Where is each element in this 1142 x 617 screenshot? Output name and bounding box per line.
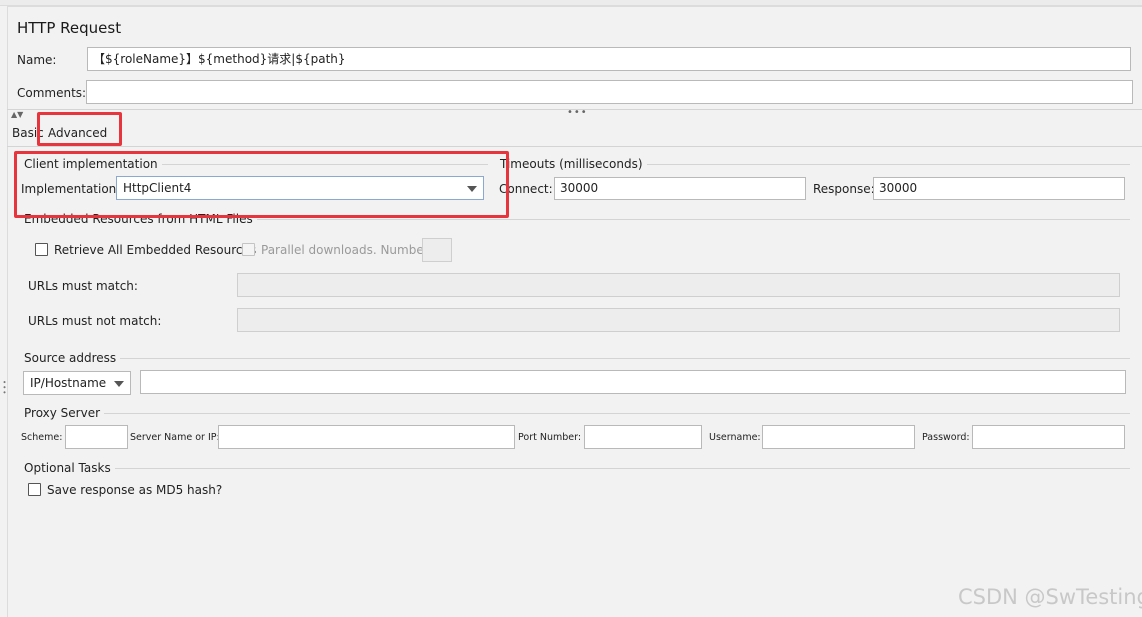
proxy-title: Proxy Server bbox=[24, 406, 105, 420]
password-label: Password: bbox=[922, 432, 970, 443]
md5-checkbox[interactable] bbox=[28, 483, 41, 496]
connect-field[interactable]: 30000 bbox=[554, 177, 806, 200]
source-type-select[interactable]: IP/Hostname bbox=[23, 371, 131, 395]
parallel-number-field[interactable] bbox=[422, 238, 452, 262]
response-label: Response: bbox=[813, 182, 875, 196]
parallel-downloads-label: Parallel downloads. Number: bbox=[261, 243, 433, 257]
source-type-value: IP/Hostname bbox=[30, 376, 107, 390]
side-handle-icon[interactable]: ••• bbox=[0, 380, 8, 395]
splitter-handle-icon[interactable]: ••• bbox=[567, 107, 588, 118]
port-field[interactable] bbox=[584, 425, 702, 449]
comments-label: Comments: bbox=[17, 86, 87, 100]
comments-field[interactable] bbox=[86, 80, 1133, 104]
timeouts-title: Timeouts (milliseconds) bbox=[500, 157, 647, 171]
name-field[interactable]: 【${roleName}】${method}请求|${path} bbox=[87, 47, 1131, 71]
urls-not-match-field[interactable] bbox=[237, 308, 1120, 332]
source-title: Source address bbox=[24, 351, 121, 365]
server-label: Server Name or IP: bbox=[130, 432, 220, 443]
optional-rule bbox=[24, 468, 1130, 469]
scheme-field[interactable] bbox=[65, 425, 128, 449]
source-rule bbox=[24, 358, 1130, 359]
response-field[interactable]: 30000 bbox=[873, 177, 1125, 200]
retrieve-embedded-checkbox[interactable] bbox=[35, 243, 48, 256]
tab-divider bbox=[7, 146, 1142, 147]
md5-label: Save response as MD5 hash? bbox=[47, 483, 223, 497]
urls-match-field[interactable] bbox=[237, 273, 1120, 297]
urls-match-label: URLs must match: bbox=[28, 279, 138, 293]
urls-not-match-label: URLs must not match: bbox=[28, 314, 162, 328]
chevron-down-icon bbox=[114, 381, 124, 387]
port-label: Port Number: bbox=[518, 432, 582, 443]
tab-highlight-box bbox=[37, 112, 122, 146]
username-field[interactable] bbox=[762, 425, 915, 449]
username-label: Username: bbox=[709, 432, 761, 443]
collapse-arrows-icon[interactable]: ▲▼ bbox=[11, 110, 23, 119]
scheme-label: Scheme: bbox=[21, 432, 63, 443]
watermark: CSDN @SwTesting bbox=[958, 585, 1142, 609]
server-field[interactable] bbox=[218, 425, 515, 449]
optional-title: Optional Tasks bbox=[24, 461, 115, 475]
page-title: HTTP Request bbox=[17, 19, 122, 37]
parallel-downloads-checkbox[interactable] bbox=[242, 243, 255, 256]
client-impl-highlight-box bbox=[14, 151, 509, 218]
proxy-rule bbox=[24, 413, 1130, 414]
name-label: Name: bbox=[17, 53, 57, 67]
password-field[interactable] bbox=[972, 425, 1125, 449]
retrieve-embedded-label: Retrieve All Embedded Resources bbox=[54, 243, 257, 257]
source-address-field[interactable] bbox=[140, 370, 1126, 394]
